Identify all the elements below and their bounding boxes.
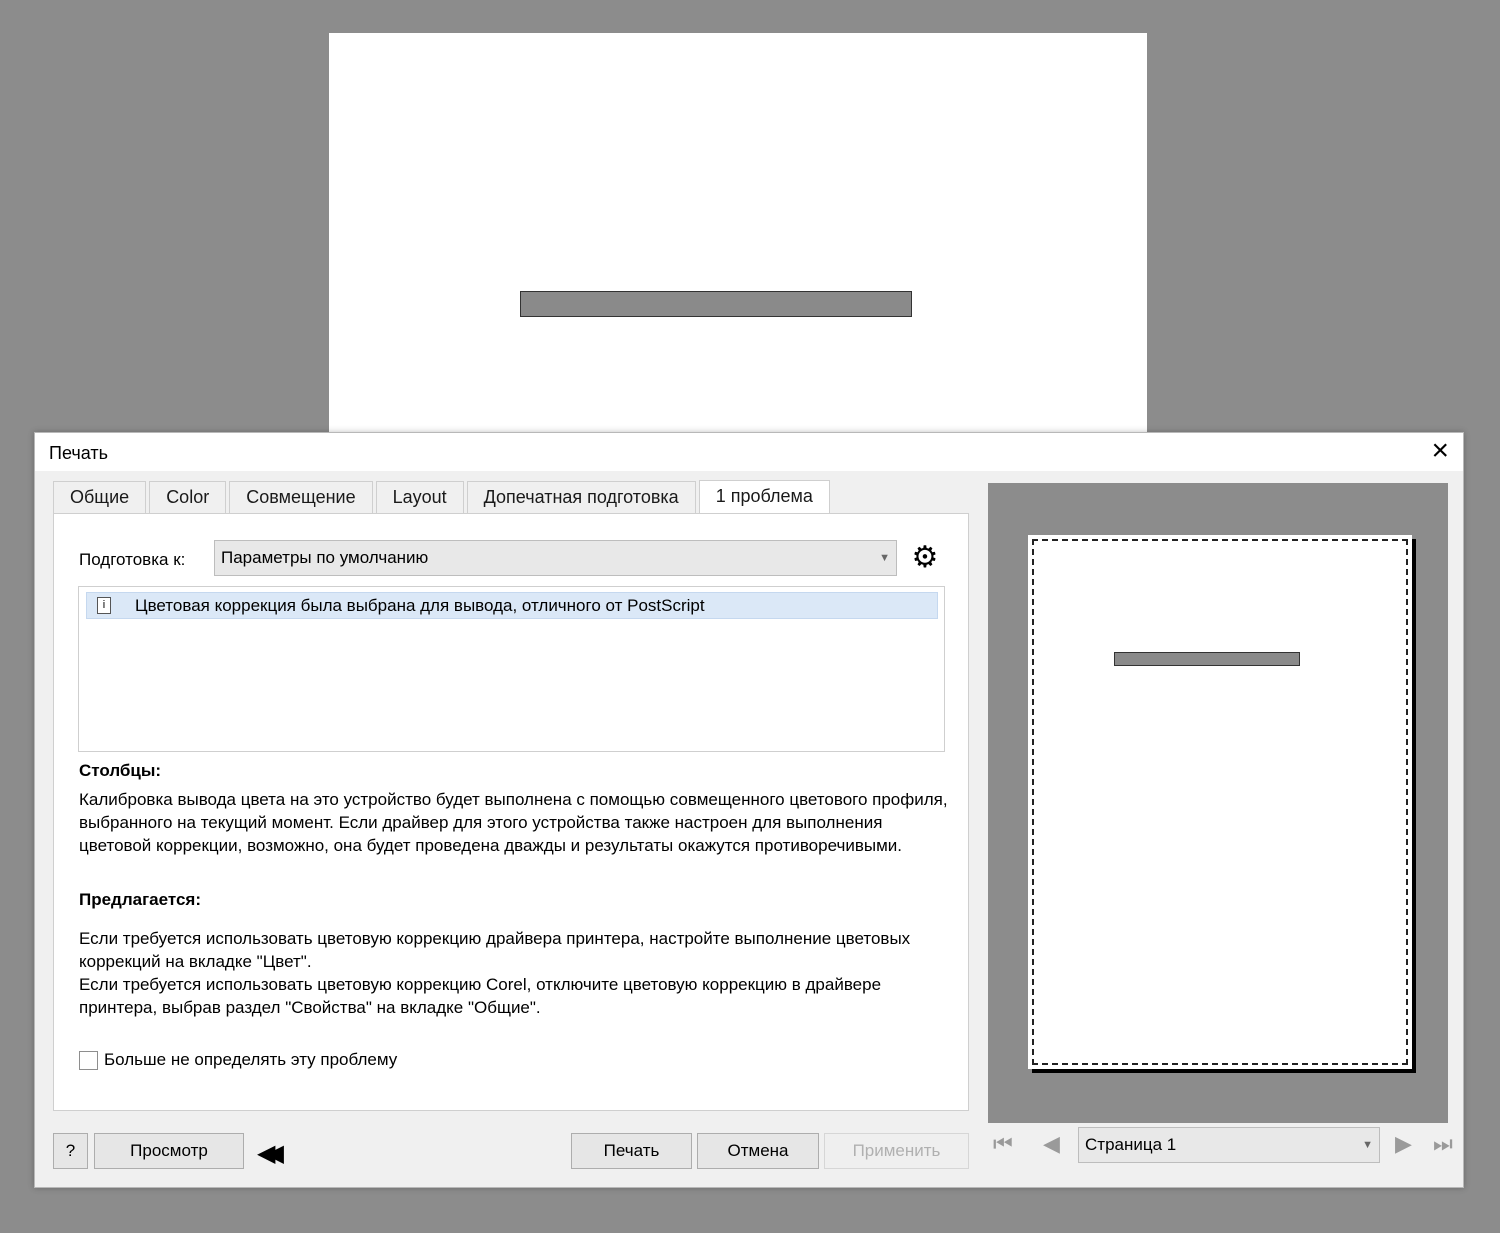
tab-general[interactable]: Общие: [53, 481, 147, 513]
tab-issues[interactable]: 1 проблема: [698, 480, 830, 514]
tab-layout[interactable]: Layout: [375, 481, 464, 513]
next-page-icon[interactable]: ▶: [1395, 1131, 1412, 1157]
dialog-title: Печать: [49, 443, 108, 463]
previous-page-icon[interactable]: ◀: [1043, 1131, 1060, 1157]
suggestion-text-2: Если требуется использовать цветовую кор…: [79, 975, 882, 1017]
list-item[interactable]: i Цветовая коррекция была выбрана для вы…: [86, 592, 938, 619]
first-page-icon[interactable]: ⏮: [993, 1131, 1013, 1157]
background-document-page: [329, 33, 1147, 433]
prepare-for-label: Подготовка к:: [79, 550, 186, 569]
print-button[interactable]: Печать: [571, 1133, 692, 1169]
suggestion-heading: Предлагается:: [79, 890, 202, 909]
dont-check-label: Больше не определять эту проблему: [104, 1050, 398, 1069]
gear-icon[interactable]: ⚙: [909, 542, 941, 574]
close-icon[interactable]: ×: [1431, 435, 1449, 467]
prepare-for-dropdown[interactable]: Параметры по умолчанию ▼: [214, 540, 897, 576]
preview-page: [1028, 535, 1412, 1069]
tab-strip: Общие Color Совмещение Layout Допечатная…: [53, 480, 833, 514]
suggestion-text-1: Если требуется использовать цветовую кор…: [79, 929, 911, 971]
printable-area-border: [1032, 539, 1408, 1065]
cancel-button[interactable]: Отмена: [697, 1133, 819, 1169]
issues-list: i Цветовая коррекция была выбрана для вы…: [78, 586, 945, 752]
prepare-for-value: Параметры по умолчанию: [221, 548, 429, 567]
dont-check-option[interactable]: Больше не определять эту проблему: [79, 1049, 397, 1071]
preview-button[interactable]: Просмотр: [94, 1133, 244, 1169]
tab-prepress[interactable]: Допечатная подготовка: [466, 481, 696, 513]
print-dialog: Печать × Общие Color Совмещение Layout Д…: [34, 432, 1464, 1188]
print-preview-pane: [988, 483, 1448, 1123]
chevron-down-icon: ▼: [1362, 1139, 1373, 1151]
tab-separations[interactable]: Совмещение: [229, 481, 373, 513]
chevron-down-icon: ▼: [879, 552, 890, 564]
preview-rectangle: [1114, 652, 1300, 666]
page-selector-value: Страница 1: [1085, 1135, 1177, 1154]
issue-text: Цветовая коррекция была выбрана для выво…: [135, 596, 705, 615]
last-page-icon[interactable]: ⏭: [1433, 1131, 1453, 1157]
columns-heading: Столбцы:: [79, 761, 162, 780]
background-document-rectangle: [520, 291, 912, 317]
columns-description: Калибровка вывода цвета на это устройств…: [79, 790, 948, 855]
apply-button[interactable]: Применить: [824, 1133, 969, 1169]
page-selector-dropdown[interactable]: Страница 1 ▼: [1078, 1127, 1380, 1163]
dialog-titlebar: Печать ×: [35, 433, 1463, 471]
help-button[interactable]: ?: [53, 1133, 88, 1169]
collapse-preview-icon[interactable]: ◀◀: [257, 1139, 284, 1168]
dont-check-checkbox[interactable]: [79, 1050, 98, 1070]
tab-color[interactable]: Color: [149, 481, 227, 513]
issues-panel: Подготовка к: Параметры по умолчанию ▼ ⚙…: [53, 513, 969, 1111]
document-icon: i: [97, 597, 111, 614]
